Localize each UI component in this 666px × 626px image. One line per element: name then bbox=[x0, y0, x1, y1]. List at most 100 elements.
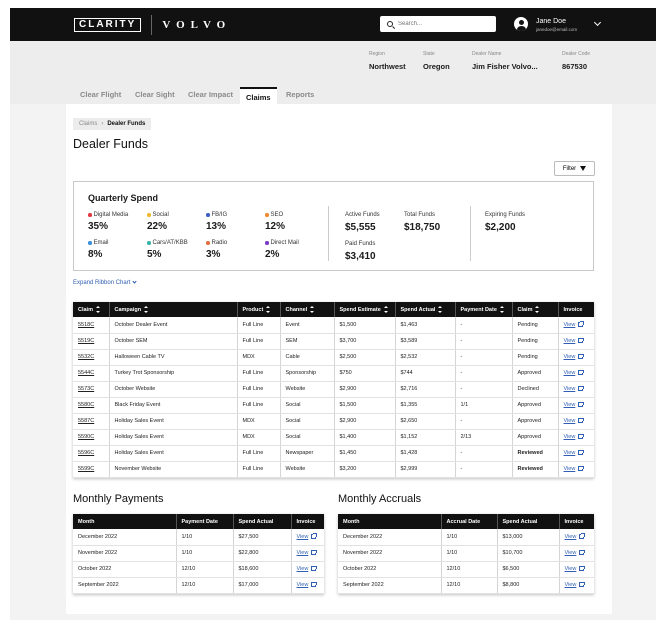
view-invoice-link[interactable]: View bbox=[564, 322, 576, 328]
external-link-icon[interactable] bbox=[578, 353, 584, 360]
clarity-logo[interactable]: CLARITY bbox=[74, 17, 142, 32]
breadcrumb-parent[interactable]: Claims bbox=[79, 121, 97, 127]
external-link-icon[interactable] bbox=[579, 549, 585, 556]
column-header-claim[interactable]: Claim bbox=[73, 302, 110, 317]
external-link-icon[interactable] bbox=[578, 465, 584, 472]
channel-cell: Website bbox=[280, 381, 335, 398]
month-cell: December 2022 bbox=[338, 529, 442, 546]
view-invoice-link[interactable]: View bbox=[564, 354, 576, 360]
column-header-claim-status[interactable]: Claim bbox=[512, 302, 559, 317]
claim-status-cell: Approved bbox=[512, 397, 559, 414]
column-header-product[interactable]: Product bbox=[237, 302, 281, 317]
spend-actual-cell: $13,000 bbox=[497, 529, 560, 546]
column-header-channel[interactable]: Channel bbox=[280, 302, 335, 317]
claim-cell: 5580C bbox=[73, 397, 110, 414]
view-invoice-link[interactable]: View bbox=[297, 582, 309, 588]
view-invoice-link[interactable]: View bbox=[297, 550, 309, 556]
view-invoice-link[interactable]: View bbox=[564, 466, 576, 472]
claim-link[interactable]: 5596C bbox=[78, 450, 94, 456]
column-header-invoice: Invoice bbox=[291, 514, 324, 529]
view-invoice-link[interactable]: View bbox=[564, 386, 576, 392]
view-invoice-link[interactable]: View bbox=[565, 534, 577, 540]
claim-link[interactable]: 5518C bbox=[78, 322, 94, 328]
total-funds: Total Funds $18,750 bbox=[404, 212, 440, 233]
external-link-icon[interactable] bbox=[311, 533, 317, 539]
spend-actual-cell: $1,428 bbox=[395, 445, 456, 462]
sort-icon[interactable] bbox=[499, 306, 504, 313]
claim-link[interactable]: 5573C bbox=[78, 386, 94, 392]
external-link-icon[interactable] bbox=[578, 433, 584, 440]
claim-link[interactable]: 5590C bbox=[78, 434, 94, 440]
sort-icon[interactable] bbox=[535, 306, 540, 313]
external-link-icon[interactable] bbox=[579, 581, 585, 588]
tab-clear-sight[interactable]: Clear Sight bbox=[135, 90, 175, 99]
view-invoice-link[interactable]: View bbox=[564, 418, 576, 424]
claim-link[interactable]: 5587C bbox=[78, 418, 94, 424]
external-link-icon[interactable] bbox=[578, 401, 584, 408]
tab-clear-impact[interactable]: Clear Impact bbox=[188, 90, 233, 99]
sort-icon[interactable] bbox=[438, 306, 443, 313]
expiring-funds: Expiring Funds $2,200 bbox=[485, 212, 525, 233]
month-cell: October 2022 bbox=[73, 561, 177, 578]
invoice-cell: View bbox=[558, 381, 594, 398]
product-cell: Full Line bbox=[237, 381, 281, 398]
column-header-month: Month bbox=[73, 514, 177, 529]
claim-link[interactable]: 5532C bbox=[78, 354, 94, 360]
view-invoice-link[interactable]: View bbox=[565, 582, 577, 588]
user-avatar-icon[interactable] bbox=[514, 17, 528, 31]
view-invoice-link[interactable]: View bbox=[565, 566, 577, 572]
claim-link[interactable]: 5519C bbox=[78, 338, 94, 344]
column-header-campaign[interactable]: Campaign bbox=[109, 302, 238, 317]
invoice-cell: View bbox=[558, 333, 594, 350]
spend-estimate-cell: $3,700 bbox=[334, 333, 396, 350]
chevron-down-icon[interactable] bbox=[593, 18, 602, 27]
expand-ribbon-chart-link[interactable]: Expand Ribbon Chart bbox=[73, 279, 137, 286]
claim-link[interactable]: 5580C bbox=[78, 402, 94, 408]
sort-icon[interactable] bbox=[383, 306, 388, 313]
column-header-payment-date[interactable]: Payment Date bbox=[455, 302, 513, 317]
external-link-icon[interactable] bbox=[311, 565, 317, 572]
external-link-icon[interactable] bbox=[578, 321, 584, 327]
view-invoice-link[interactable]: View bbox=[564, 434, 576, 440]
view-invoice-link[interactable]: View bbox=[564, 450, 576, 456]
external-link-icon[interactable] bbox=[578, 449, 584, 456]
view-invoice-link[interactable]: View bbox=[297, 566, 309, 572]
external-link-icon[interactable] bbox=[578, 337, 584, 344]
fb-ig-dot-icon bbox=[206, 213, 210, 217]
external-link-icon[interactable] bbox=[311, 549, 317, 556]
search-box[interactable] bbox=[380, 16, 496, 32]
external-link-icon[interactable] bbox=[579, 533, 585, 539]
claim-link[interactable]: 5599C bbox=[78, 466, 94, 472]
view-invoice-link[interactable]: View bbox=[564, 370, 576, 376]
view-invoice-link[interactable]: View bbox=[564, 402, 576, 408]
column-header-spend-estimate[interactable]: Spend Estimate bbox=[334, 302, 396, 317]
spend-actual-cell: $2,650 bbox=[395, 413, 456, 430]
external-link-icon[interactable] bbox=[579, 565, 585, 572]
claim-status-cell: Approved bbox=[512, 365, 559, 382]
external-link-icon[interactable] bbox=[311, 581, 317, 588]
date-cell: 1/10 bbox=[441, 529, 498, 546]
column-header-spend-actual[interactable]: Spend Actual bbox=[395, 302, 456, 317]
seo-dot-icon bbox=[265, 213, 269, 217]
claim-status-cell: Pending bbox=[512, 333, 559, 350]
top-bar: CLARITY VOLVO Jane Doe janedoe@email.com bbox=[10, 8, 656, 41]
sort-icon[interactable] bbox=[95, 306, 100, 313]
sort-icon[interactable] bbox=[310, 306, 315, 313]
campaign-cell: October SEM bbox=[109, 333, 238, 350]
external-link-icon[interactable] bbox=[578, 369, 584, 376]
view-invoice-link[interactable]: View bbox=[564, 338, 576, 344]
tab-clear-flight[interactable]: Clear Flight bbox=[80, 90, 121, 99]
sort-icon[interactable] bbox=[144, 306, 149, 313]
external-link-icon[interactable] bbox=[578, 385, 584, 392]
search-input[interactable] bbox=[398, 21, 488, 27]
claim-link[interactable]: 5544C bbox=[78, 370, 94, 376]
external-link-icon[interactable] bbox=[578, 417, 584, 424]
table-row: 5596C Holiday Sales Event Full Line Newspap… bbox=[73, 445, 594, 462]
filter-button[interactable]: Filter bbox=[554, 161, 595, 176]
column-header-invoice: Invoice bbox=[558, 302, 594, 317]
sort-icon[interactable] bbox=[266, 306, 271, 313]
view-invoice-link[interactable]: View bbox=[565, 550, 577, 556]
tab-reports[interactable]: Reports bbox=[286, 90, 314, 99]
channel-cell: Social bbox=[280, 397, 335, 414]
view-invoice-link[interactable]: View bbox=[297, 534, 309, 540]
